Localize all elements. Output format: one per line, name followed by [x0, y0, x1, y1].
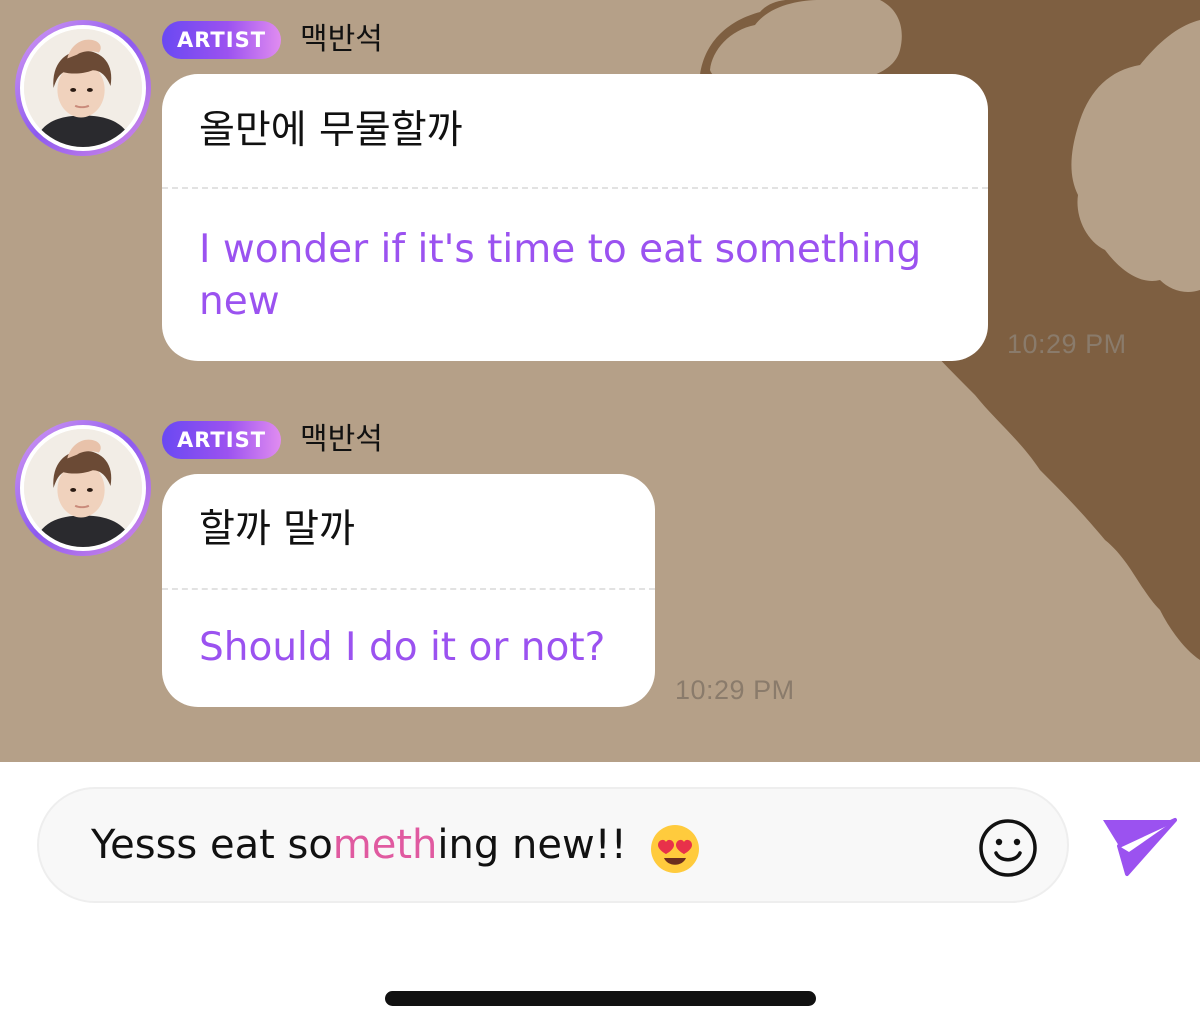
home-indicator — [385, 991, 816, 1006]
translation-divider — [162, 588, 655, 590]
highlighted-text: meth — [332, 822, 438, 868]
chat-area[interactable]: ARTIST 맥반석 올만에 무물할까 I wonder if it's tim… — [0, 0, 1200, 762]
artist-photo — [24, 29, 142, 147]
heart-eyes-emoji-icon — [651, 825, 699, 873]
sender-name: 맥반석 — [300, 22, 383, 57]
input-text: Yesss eat something new!! — [91, 822, 627, 868]
translation-divider — [162, 187, 988, 189]
avatar[interactable] — [15, 420, 151, 556]
artist-photo — [24, 429, 142, 547]
message-timestamp: 10:29 PM — [675, 675, 795, 705]
message-input[interactable]: Yesss eat something new!! — [37, 787, 1069, 903]
translated-text: new — [199, 279, 280, 324]
translated-text: Should I do it or not? — [199, 625, 606, 670]
artist-badge: ARTIST — [162, 21, 281, 59]
paper-plane-icon[interactable] — [1101, 814, 1177, 878]
message-bubble[interactable]: 올만에 무물할까 I wonder if it's time to eat so… — [162, 74, 988, 361]
artist-badge: ARTIST — [162, 421, 281, 459]
message-timestamp: 10:29 PM — [1007, 329, 1127, 359]
message-composer: Yesss eat something new!! — [0, 762, 1200, 1029]
avatar[interactable] — [15, 20, 151, 156]
smiley-face-icon[interactable] — [977, 817, 1039, 879]
original-text: 올만에 무물할까 — [199, 108, 463, 153]
translated-text: I wonder if it's time to eat something — [199, 227, 922, 272]
sender-name: 맥반석 — [300, 422, 383, 457]
message-bubble[interactable]: 할까 말까 Should I do it or not? — [162, 474, 655, 707]
original-text: 할까 말까 — [199, 507, 355, 552]
